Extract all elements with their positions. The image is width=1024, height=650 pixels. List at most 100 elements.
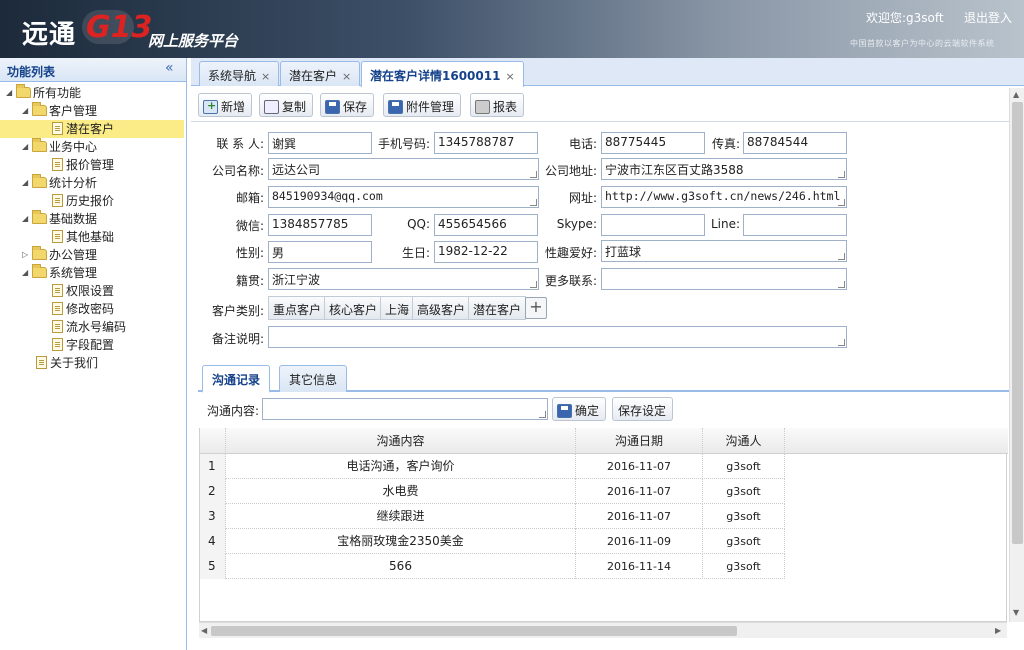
folder-open-icon [32,264,47,278]
origin-field[interactable]: 浙江宁波 [268,268,539,290]
tree-node-customer[interactable]: ◢ 客户管理 [22,102,97,120]
wechat-field[interactable]: 1384857785 [268,214,372,236]
folder-open-icon [32,138,47,152]
category-chip[interactable]: 核心客户 [324,296,383,320]
tree-node-system[interactable]: ◢ 系统管理 [22,264,97,282]
category-chip[interactable]: 潜在客户 [468,296,527,320]
horizontal-scrollbar[interactable]: ◀ ▶ [199,622,1007,638]
horizontal-scroll-thumb[interactable] [211,626,737,636]
expand-arrow-icon[interactable]: ◢ [22,138,32,156]
sidebar: 功能列表 « ◢ 所有功能 ◢ 客户管理 潜在客户 ◢ 业务中心 报价管理 ◢ 统计分析… [0,58,187,650]
tree-node-history-quote[interactable]: 历史报价 [52,192,114,210]
tree-node-stats[interactable]: ◢ 统计分析 [22,174,97,192]
company-field[interactable]: 远达公司 [268,158,539,180]
tab-potential-customer[interactable]: 潜在客户 × [280,61,361,86]
fax-field[interactable]: 88784544 [743,132,847,154]
table-row[interactable]: 4 宝格丽玫瑰金2350美金 2016-11-09 g3soft [200,529,785,554]
tree-node-basic-data[interactable]: ◢ 基础数据 [22,210,97,228]
scroll-up-arrow-icon[interactable]: ▲ [1013,90,1019,99]
add-category-button[interactable]: + [525,297,547,319]
attachment-button[interactable]: 附件管理 [383,93,462,117]
expand-arrow-icon[interactable]: ◢ [22,264,32,282]
address-field[interactable]: 宁波市江东区百丈路3588 [601,158,847,180]
close-icon[interactable]: × [505,70,514,83]
column-header-content[interactable]: 沟通内容 [226,428,576,454]
copy-button[interactable]: 复制 [259,93,314,117]
close-icon[interactable]: × [261,70,270,83]
slogan: 中国首款以客户为中心的云端软件系统 [850,39,995,48]
detail-subtabs: 沟通记录 其它信息 [198,364,1009,393]
confirm-button[interactable]: 确定 [552,397,607,421]
save-settings-button[interactable]: 保存设定 [612,397,674,421]
vertical-scrollbar[interactable]: ▲ ▼ [1009,88,1024,622]
website-field[interactable]: http://www.g3soft.cn/news/246.html [601,186,847,208]
file-icon [52,338,63,351]
category-chip[interactable]: 重点客户 [268,296,327,320]
address-label: 公司地址: [544,164,597,178]
logout-link[interactable]: 退出登入 [964,9,1012,26]
file-icon [52,158,63,171]
qq-label: QQ: [407,217,430,231]
tree-node-field-config[interactable]: 字段配置 [52,336,114,354]
contact-field[interactable]: 谢巽 [268,132,372,154]
column-header-person[interactable]: 沟通人 [703,428,785,454]
tab-communication-log[interactable]: 沟通记录 [202,365,271,393]
copy-icon [264,100,279,114]
scroll-right-arrow-icon[interactable]: ▶ [995,626,1001,635]
skype-field[interactable] [601,214,705,236]
save-button[interactable]: 保存 [320,93,375,117]
scroll-left-arrow-icon[interactable]: ◀ [201,626,207,635]
table-row[interactable]: 2 水电费 2016-11-07 g3soft [200,479,785,504]
table-row[interactable]: 1 电话沟通，客户询价 2016-11-07 g3soft [200,454,785,479]
column-header-date[interactable]: 沟通日期 [576,428,703,454]
double-chevron-left-icon[interactable]: « [165,60,174,76]
new-button[interactable]: 新增 [198,93,253,117]
email-field[interactable]: 845190934@qq.com [268,186,539,208]
mobile-field[interactable]: 1345788787 [434,132,538,154]
tab-system-nav[interactable]: 系统导航 × [199,61,280,86]
scroll-down-arrow-icon[interactable]: ▼ [1013,608,1019,617]
remark-field[interactable] [268,326,847,348]
tree-node-about[interactable]: 关于我们 [36,354,98,372]
report-button[interactable]: 报表 [470,93,525,117]
table-row[interactable]: 3 继续跟进 2016-11-07 g3soft [200,504,785,529]
mobile-label: 手机号码: [377,137,430,151]
comm-content-cell: 电话沟通，客户询价 [226,454,576,479]
tab-other-info[interactable]: 其它信息 [279,365,348,392]
close-icon[interactable]: × [342,70,351,83]
line-field[interactable] [743,214,847,236]
category-chip[interactable]: 上海 [380,296,415,320]
tab-customer-detail[interactable]: 潜在客户详情1600011 × [361,61,524,87]
category-chip[interactable]: 高级客户 [412,296,471,320]
tree-node-office[interactable]: ▷ 办公管理 [22,246,97,264]
collapse-arrow-icon[interactable]: ▷ [22,246,32,264]
comm-person-cell: g3soft [703,529,785,554]
vertical-scroll-thumb[interactable] [1012,102,1023,544]
expand-arrow-icon[interactable]: ◢ [22,174,32,192]
file-icon [36,356,47,369]
gender-field[interactable]: 男 [268,241,372,263]
phone-field[interactable]: 88775445 [601,132,705,154]
comm-content-field[interactable] [262,398,548,420]
category-label: 客户类别: [211,304,264,318]
tree-node-other-basic[interactable]: 其他基础 [52,228,114,246]
qq-field[interactable]: 455654566 [434,214,538,236]
table-row[interactable]: 5 566 2016-11-14 g3soft [200,554,785,579]
comm-date-cell: 2016-11-07 [576,454,703,479]
tree-node-business[interactable]: ◢ 业务中心 [22,138,97,156]
tree-node-permissions[interactable]: 权限设置 [52,282,114,300]
tree-node-serial-code[interactable]: 流水号编码 [52,318,126,336]
birthday-field[interactable]: 1982-12-22 [434,241,538,263]
expand-arrow-icon[interactable]: ◢ [22,102,32,120]
expand-arrow-icon[interactable]: ◢ [6,84,16,102]
expand-arrow-icon[interactable]: ◢ [22,210,32,228]
attachment-icon [388,100,403,114]
more-contact-field[interactable] [601,268,847,290]
tree-node-quote[interactable]: 报价管理 [52,156,114,174]
fax-label: 传真: [711,137,740,151]
tree-node-potential-customer[interactable]: 潜在客户 [0,120,184,138]
hobby-field[interactable]: 打蓝球 [601,240,847,262]
sidebar-header: 功能列表 « [0,58,186,82]
tree-node-all[interactable]: ◢ 所有功能 [6,84,81,102]
tree-node-change-password[interactable]: 修改密码 [52,300,114,318]
